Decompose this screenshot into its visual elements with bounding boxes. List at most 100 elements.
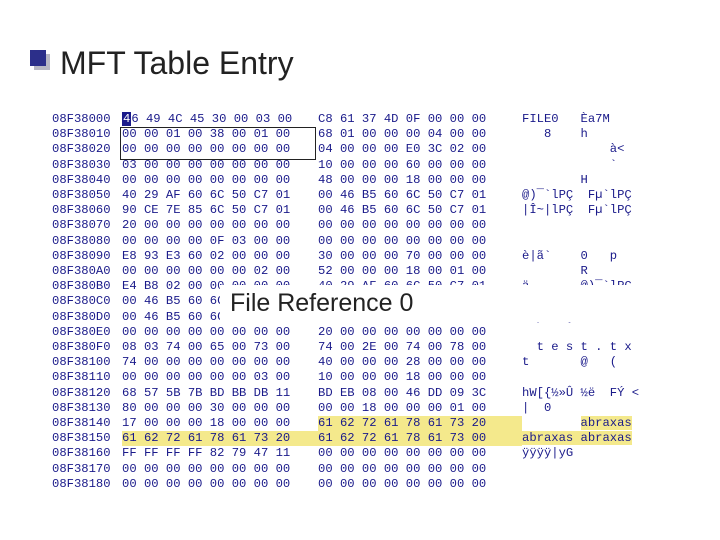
ascii: hW[{½»Û ½ë FÝ < [522, 386, 639, 401]
hex-bytes-right: 61 62 72 61 78 61 73 00 [318, 431, 522, 446]
ascii: è|ã` 0 p [522, 249, 617, 264]
hex-bytes-left: 74 00 00 00 00 00 00 00 [122, 355, 318, 370]
hex-bytes-right: 20 00 00 00 00 00 00 00 [318, 325, 522, 340]
ascii: ` [522, 158, 617, 173]
hex-row: 08F3805040 29 AF 60 6C 50 C7 0100 46 B5 … [52, 188, 639, 203]
ascii: à< [522, 142, 624, 157]
hex-bytes-left: 03 00 00 00 00 00 00 00 [122, 158, 318, 173]
hex-bytes-left: 61 62 72 61 78 61 73 20 [122, 431, 318, 446]
offset: 08F38000 [52, 112, 122, 127]
ascii: H [522, 173, 588, 188]
ascii [522, 234, 529, 249]
hex-bytes-left: 68 57 5B 7B BD BB DB 11 [122, 386, 318, 401]
hex-bytes-right: 00 00 00 00 00 00 00 00 [318, 234, 522, 249]
ascii: @)¯`lPÇ Fµ`lPÇ [522, 188, 632, 203]
overlay-label: File Reference 0 [220, 285, 678, 322]
hex-row: 08F3813080 00 00 00 30 00 00 0000 00 18 … [52, 401, 639, 416]
hex-row: 08F38090E8 93 E3 60 02 00 00 0030 00 00 … [52, 249, 639, 264]
ascii: t e s t . t x [522, 340, 632, 355]
ascii [522, 477, 529, 492]
hex-bytes-left: 20 00 00 00 00 00 00 00 [122, 218, 318, 233]
hex-bytes-left: 17 00 00 00 18 00 00 00 [122, 416, 318, 431]
hex-bytes-right: 48 00 00 00 18 00 00 00 [318, 173, 522, 188]
offset: 08F38100 [52, 355, 122, 370]
ascii: abraxas [522, 416, 632, 431]
hex-row: 08F3811000 00 00 00 00 00 03 0010 00 00 … [52, 370, 639, 385]
offset: 08F38160 [52, 446, 122, 461]
hex-bytes-left: 00 00 00 00 00 00 00 00 [122, 173, 318, 188]
offset: 08F38070 [52, 218, 122, 233]
offset: 08F380B0 [52, 279, 122, 294]
ascii [522, 370, 529, 385]
hex-row: 08F380F008 03 74 00 65 00 73 0074 00 2E … [52, 340, 639, 355]
hex-row: 08F38160FF FF FF FF 82 79 47 1100 00 00 … [52, 446, 639, 461]
ascii: R [522, 264, 588, 279]
hex-row: 08F3815061 62 72 61 78 61 73 2061 62 72 … [52, 431, 639, 446]
ascii: 8 h [522, 127, 588, 142]
offset: 08F38150 [52, 431, 122, 446]
offset: 08F380F0 [52, 340, 122, 355]
hex-bytes-left: 00 00 00 00 0F 03 00 00 [122, 234, 318, 249]
hex-row: 08F3801000 00 01 00 38 00 01 0068 01 00 … [52, 127, 639, 142]
offset: 08F38010 [52, 127, 122, 142]
hex-bytes-left: 00 00 00 00 00 00 00 00 [122, 142, 318, 157]
ascii: ÿÿÿÿ|yG [522, 446, 573, 461]
page-title: MFT Table Entry [60, 45, 294, 82]
hex-bytes-right: 00 00 00 00 00 00 00 00 [318, 477, 522, 492]
hex-bytes-left: E8 93 E3 60 02 00 00 00 [122, 249, 318, 264]
hex-bytes-right: 68 01 00 00 00 04 00 00 [318, 127, 522, 142]
hex-bytes-left: 46 49 4C 45 30 00 03 00 [122, 112, 318, 127]
offset: 08F38030 [52, 158, 122, 173]
offset: 08F38130 [52, 401, 122, 416]
offset: 08F38040 [52, 173, 122, 188]
offset: 08F38020 [52, 142, 122, 157]
hex-row: 08F380A000 00 00 00 00 00 02 0052 00 00 … [52, 264, 639, 279]
hex-row: 08F3802000 00 00 00 00 00 00 0004 00 00 … [52, 142, 639, 157]
hex-bytes-right: 52 00 00 00 18 00 01 00 [318, 264, 522, 279]
hex-bytes-right: 61 62 72 61 78 61 73 20 [318, 416, 522, 431]
hex-bytes-left: 00 00 00 00 00 00 00 00 [122, 477, 318, 492]
offset: 08F38110 [52, 370, 122, 385]
hex-bytes-right: 00 46 B5 60 6C 50 C7 01 [318, 188, 522, 203]
bullet-icon [30, 50, 46, 66]
ascii: abraxas abraxas [522, 431, 632, 446]
hex-row: 08F3804000 00 00 00 00 00 00 0048 00 00 … [52, 173, 639, 188]
hex-bytes-right: 00 00 00 00 00 00 00 00 [318, 446, 522, 461]
offset: 08F38170 [52, 462, 122, 477]
offset: 08F38080 [52, 234, 122, 249]
hex-row: 08F3800046 49 4C 45 30 00 03 00C8 61 37 … [52, 112, 639, 127]
ascii: t @ ( [522, 355, 617, 370]
hex-bytes-left: 80 00 00 00 30 00 00 00 [122, 401, 318, 416]
offset: 08F38120 [52, 386, 122, 401]
offset: 08F380E0 [52, 325, 122, 340]
hex-row: 08F3812068 57 5B 7B BD BB DB 11BD EB 08 … [52, 386, 639, 401]
hex-row: 08F3808000 00 00 00 0F 03 00 0000 00 00 … [52, 234, 639, 249]
hex-bytes-right: 04 00 00 00 E0 3C 02 00 [318, 142, 522, 157]
hex-bytes-right: 30 00 00 00 70 00 00 00 [318, 249, 522, 264]
ascii [522, 462, 529, 477]
offset: 08F38090 [52, 249, 122, 264]
hex-bytes-left: 08 03 74 00 65 00 73 00 [122, 340, 318, 355]
hex-bytes-right: 74 00 2E 00 74 00 78 00 [318, 340, 522, 355]
hex-row: 08F3814017 00 00 00 18 00 00 0061 62 72 … [52, 416, 639, 431]
ascii [522, 325, 529, 340]
offset: 08F38050 [52, 188, 122, 203]
offset: 08F380C0 [52, 294, 122, 309]
hex-bytes-right: 00 00 18 00 00 00 01 00 [318, 401, 522, 416]
hex-row: 08F380E000 00 00 00 00 00 00 0020 00 00 … [52, 325, 639, 340]
hex-row: 08F3807020 00 00 00 00 00 00 0000 00 00 … [52, 218, 639, 233]
offset: 08F380A0 [52, 264, 122, 279]
hex-bytes-left: 00 00 00 00 00 00 02 00 [122, 264, 318, 279]
offset: 08F38140 [52, 416, 122, 431]
hex-row: 08F3806090 CE 7E 85 6C 50 C7 0100 46 B5 … [52, 203, 639, 218]
hex-row: 08F3803003 00 00 00 00 00 00 0010 00 00 … [52, 158, 639, 173]
ascii [522, 218, 529, 233]
hex-bytes-left: FF FF FF FF 82 79 47 11 [122, 446, 318, 461]
hex-bytes-right: 10 00 00 00 60 00 00 00 [318, 158, 522, 173]
hex-row: 08F3817000 00 00 00 00 00 00 0000 00 00 … [52, 462, 639, 477]
hex-bytes-right: 00 00 00 00 00 00 00 00 [318, 218, 522, 233]
hex-bytes-left: 00 00 01 00 38 00 01 00 [122, 127, 318, 142]
hex-bytes-left: 00 00 00 00 00 00 00 00 [122, 325, 318, 340]
ascii: FILE0 Èa7M [522, 112, 610, 127]
hex-bytes-right: 00 46 B5 60 6C 50 C7 01 [318, 203, 522, 218]
